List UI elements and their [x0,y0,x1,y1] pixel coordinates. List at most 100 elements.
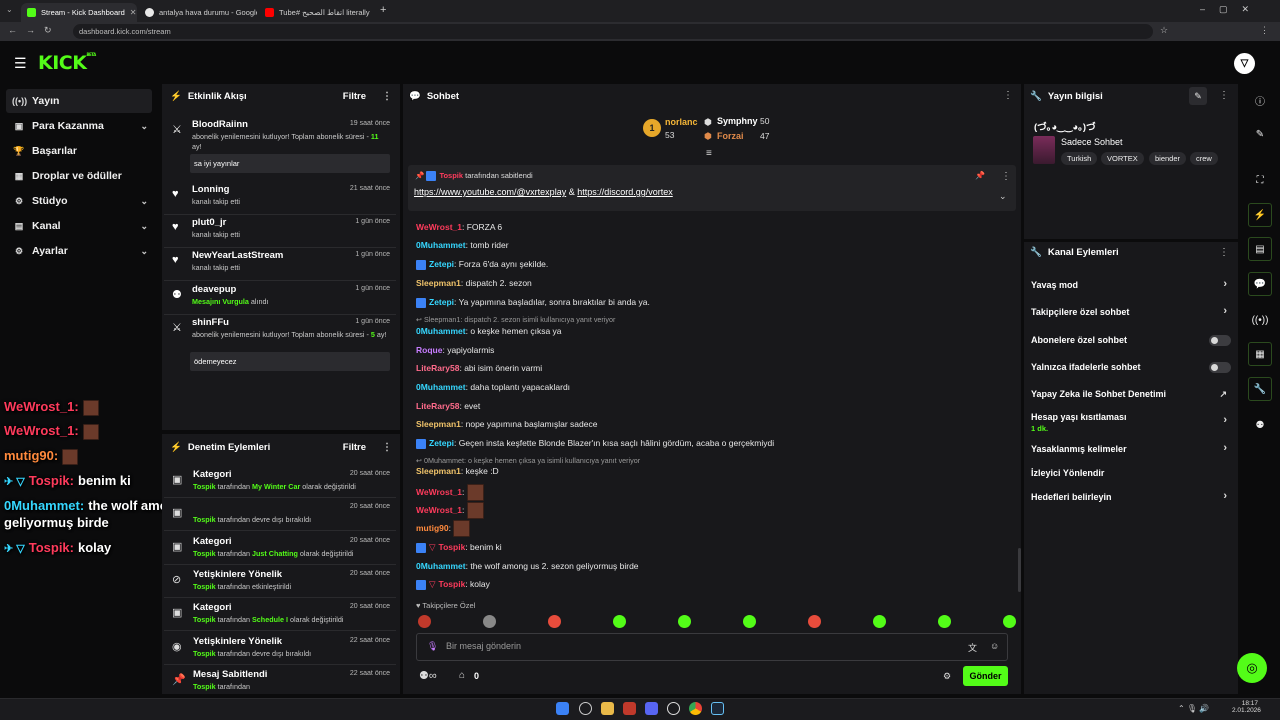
windows-start-icon[interactable] [556,702,569,715]
crop-icon[interactable]: ⛶ [1248,168,1272,192]
kick-logo[interactable]: KICKBETA [38,52,96,74]
toggle-switch[interactable] [1209,335,1231,346]
chat-message[interactable]: 0Muhammet: o keşke hemen çıksa ya [416,326,562,336]
chat-message[interactable]: ▽ Tospik: benim ki [416,542,502,553]
nav-item[interactable]: ⚙ Stüdyo ⌄ [6,189,152,213]
chevron-down-icon[interactable]: ⌄ [140,221,148,232]
search-icon[interactable] [579,702,592,715]
activity-username[interactable]: deavepup [192,284,236,295]
chat-username[interactable]: Tospik [439,542,466,552]
chat-username[interactable]: LiteRary58 [416,401,459,411]
chat-username[interactable]: Zetepi [429,259,454,269]
filter-button[interactable]: Filtre [343,91,366,102]
chat-username[interactable]: Zetepi [429,438,454,448]
url-field[interactable]: dashboard.kick.com/stream [73,24,1153,39]
chat-username[interactable]: 0Muhammet [416,561,466,571]
app-icon[interactable] [623,702,636,715]
support-icon[interactable]: ◎ [1237,653,1267,683]
moderation-user[interactable]: Tospik [193,549,216,558]
moderation-user[interactable]: Tospik [193,482,216,491]
channel-action-row[interactable]: Yasaklanmış kelimeler › [1031,442,1231,458]
channel-action-row[interactable]: Yavaş mod › [1031,278,1231,294]
send-button[interactable]: Gönder [963,666,1008,686]
nav-item[interactable]: 🏆 Başarılar [6,139,152,163]
leader-name[interactable]: Symphny [717,116,758,126]
activity-username[interactable]: NewYearLastStream [192,250,283,261]
community-icon[interactable]: ⚉ [1248,413,1272,437]
more-icon[interactable]: ⋮ [382,442,392,453]
emote-picker-icon[interactable] [1003,615,1016,628]
moderation-user[interactable]: Tospik [193,682,216,691]
chevron-down-icon[interactable]: ⌄ [140,246,148,257]
filter-button[interactable]: Filtre [343,442,366,453]
channel-action-row[interactable]: Takipçilere özel sohbet › [1031,305,1231,321]
avatar[interactable]: ▽ [1234,53,1255,74]
chat-message[interactable]: 0Muhammet: the wolf among us 2. sezon ge… [416,561,639,571]
moderation-user[interactable]: Tospik [193,615,216,624]
nav-item[interactable]: ⚙ Ayarlar ⌄ [6,239,152,263]
chat-username[interactable]: 0Muhammet [416,240,466,250]
moderation-user[interactable]: Tospik [193,582,216,591]
channel-action-row[interactable]: İzleyici Yönlendir [1031,468,1231,482]
chevron-down-icon[interactable]: ⌄ [140,196,148,207]
channel-action-row[interactable]: Yapay Zeka ile Sohbet Denetimi ↗ [1031,389,1231,403]
more-icon[interactable]: ⋮ [1003,90,1013,101]
tag-chip[interactable]: Turkish [1061,152,1098,165]
chat-username[interactable]: WeWrost_1 [416,487,462,497]
back-icon[interactable]: ← [8,25,17,35]
obs-icon[interactable] [667,702,680,715]
chat-message[interactable]: LiteRary58: evet [416,401,480,411]
chat-username[interactable]: mutig90 [416,523,449,533]
chat-message[interactable]: Zetepi: Geçen insta keşfette Blonde Blaz… [416,438,774,449]
chat-username[interactable]: Sleepman1 [416,278,461,288]
chat-message[interactable]: Sleepman1: dispatch 2. sezon [416,278,532,288]
nav-item[interactable]: ((•)) Yayın [6,89,152,113]
chat-username[interactable]: LiteRary58 [416,363,459,373]
notes-icon[interactable]: ▤ [1248,237,1272,261]
chat-message[interactable]: WeWrost_1: FORZA 6 [416,222,502,232]
clock[interactable]: 18:17 2.01.2026 [1232,700,1261,714]
chat-username[interactable]: Sleepman1 [416,466,461,476]
chat-message[interactable]: 0Muhammet: tomb rider [416,240,509,250]
bolt-icon[interactable]: ⚡ [1248,203,1272,227]
chat-icon[interactable]: 💬 [1248,272,1272,296]
chrome-icon[interactable] [689,702,702,715]
activity-username[interactable]: plut0_jr [192,217,226,228]
chat-message[interactable]: LiteRary58: abi isim önerin varmi [416,363,542,373]
activity-username[interactable]: shinFFu [192,317,229,328]
emote-picker-icon[interactable] [548,615,561,628]
pen-icon[interactable]: ✎ [1248,122,1272,146]
moderation-user[interactable]: Tospik [193,515,216,524]
activity-item[interactable]: ♥ NewYearLastStream 1 gün önce kanalı takip… [164,248,396,281]
emote-picker-icon[interactable] [613,615,626,628]
chat-message[interactable]: ▽ Tospik: kolay [416,579,490,590]
store-icon[interactable]: ⌂ [459,670,465,681]
folder-icon[interactable] [601,702,614,715]
emote-picker-icon[interactable] [678,615,691,628]
chat-message[interactable]: mutig90: [416,520,471,537]
tray-icons[interactable]: ⌃ 🎙 🔊 [1178,704,1209,713]
more-icon[interactable]: ⋮ [1001,171,1011,182]
chat-username[interactable]: 0Muhammet [416,326,466,336]
chat-message[interactable]: Sleepman1: keşke :D [416,466,499,476]
moderation-user[interactable]: Tospik [193,649,216,658]
hamburger-icon[interactable]: ☰ [14,55,27,72]
chat-message[interactable]: Sleepman1: nope yapımına başlamışlar sad… [416,419,597,429]
nav-item[interactable]: ▦ Droplar ve ödüller [6,164,152,188]
more-icon[interactable]: ⋮ [382,91,392,102]
leader-name[interactable]: Forzai [717,131,744,141]
chat-username[interactable]: Tospik [439,579,466,589]
reload-icon[interactable]: ↻ [44,25,52,36]
activity-item[interactable]: ♥ plut0_jr 1 gün önce kanalı takip etti [164,215,396,248]
browser-tab[interactable]: antalya hava durumu - Google✕ [139,3,257,22]
chat-scrollbar[interactable] [1018,548,1021,592]
translate-icon[interactable]: 文 [968,641,977,654]
emote-picker-icon[interactable] [743,615,756,628]
chat-username[interactable]: WeWrost_1 [416,222,462,232]
channel-action-row[interactable]: Yalnızca ifadelerle sohbet [1031,362,1231,376]
chevron-down-icon[interactable]: ⌄ [999,191,1007,202]
activity-username[interactable]: Lonning [192,184,229,195]
unpin-icon[interactable]: 📌 [975,171,985,180]
wrench-icon[interactable]: 🔧 [1248,377,1272,401]
emoji-icon[interactable]: ☺ [990,641,999,651]
